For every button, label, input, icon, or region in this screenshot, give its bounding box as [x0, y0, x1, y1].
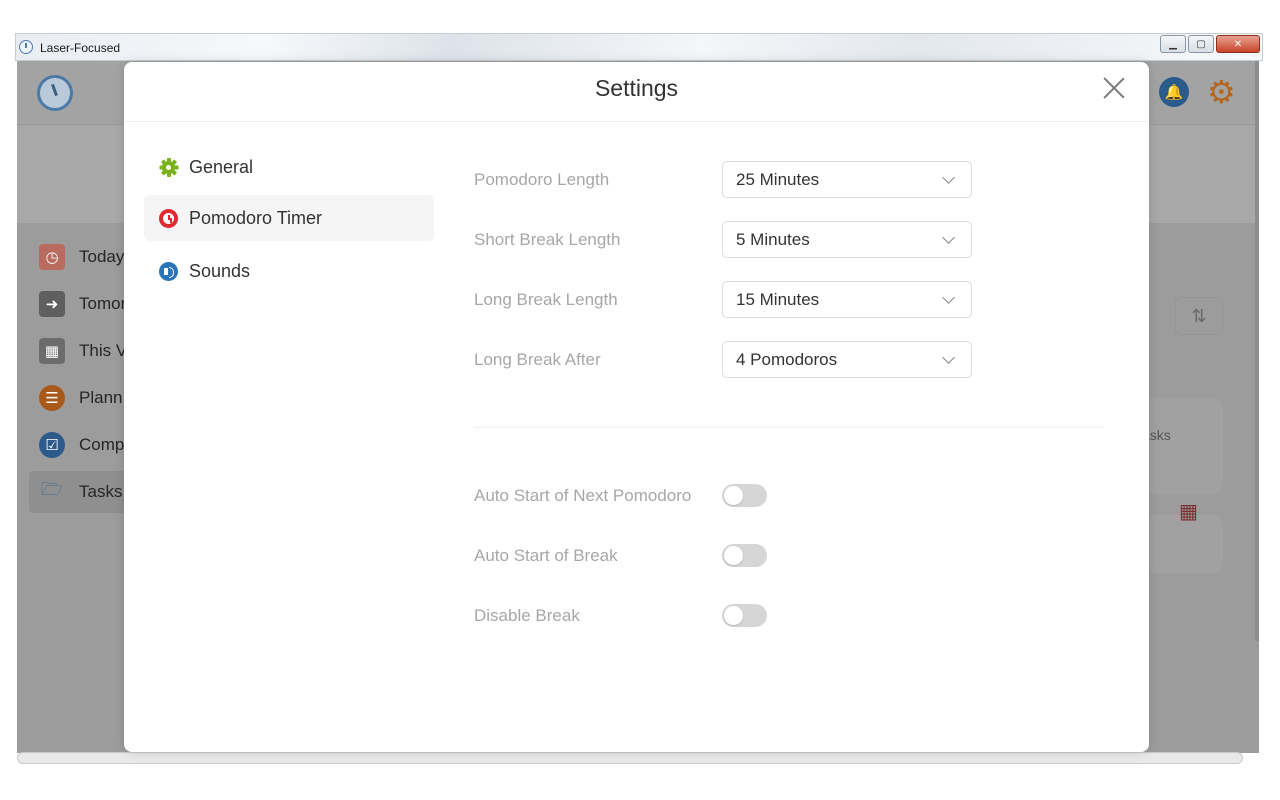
- pomodoro-length-label: Pomodoro Length: [474, 170, 610, 189]
- long-break-after-select[interactable]: 4 Pomodoros: [722, 341, 972, 378]
- disable-break-toggle[interactable]: [722, 604, 767, 627]
- window-title: Laser-Focused: [40, 41, 121, 55]
- long-break-length-select[interactable]: 15 Minutes: [722, 281, 972, 318]
- checkbox-icon: ☑: [39, 432, 65, 458]
- tomato-icon: [159, 208, 178, 228]
- calendar-icon[interactable]: ▦: [1179, 499, 1198, 524]
- settings-nav-pomodoro-timer[interactable]: Pomodoro Timer: [144, 195, 434, 241]
- sidebar-item-planned[interactable]: ☰ Plann: [29, 377, 122, 419]
- settings-gear-icon[interactable]: ⚙: [1207, 73, 1236, 111]
- settings-dialog: Settings General Pomodoro Timer Sounds P…: [124, 62, 1149, 752]
- select-value: 5 Minutes: [736, 229, 810, 249]
- long-break-length-label: Long Break Length: [474, 290, 618, 309]
- sidebar-item-today[interactable]: ◷ Today: [29, 236, 124, 278]
- section-divider: [474, 427, 1104, 428]
- sidebar-item-label: Comp: [79, 435, 125, 454]
- short-break-length-select[interactable]: 5 Minutes: [722, 221, 972, 258]
- short-break-length-label: Short Break Length: [474, 230, 621, 249]
- app-clock-icon: [19, 40, 33, 54]
- minimize-button[interactable]: ▁: [1160, 35, 1186, 53]
- settings-nav-label: Sounds: [189, 260, 251, 281]
- window-controls: ▁ ▢ ✕: [1160, 35, 1260, 53]
- clipboard-icon: ☰: [39, 385, 65, 411]
- chevron-down-icon: [942, 230, 955, 244]
- settings-dialog-header: Settings: [124, 62, 1149, 122]
- select-value: 4 Pomodoros: [736, 349, 838, 369]
- horizontal-scrollbar[interactable]: [17, 752, 1243, 764]
- select-value: 15 Minutes: [736, 289, 820, 309]
- toggle-knob: [724, 606, 743, 625]
- settings-nav-label: General: [189, 156, 254, 177]
- bell-icon[interactable]: 🔔: [1159, 77, 1189, 107]
- sidebar-item-tomorrow[interactable]: ➜ Tomor: [29, 283, 126, 325]
- auto-start-next-pomodoro-label: Auto Start of Next Pomodoro: [474, 486, 692, 505]
- auto-start-break-label: Auto Start of Break: [474, 546, 618, 565]
- auto-start-break-toggle[interactable]: [722, 544, 767, 567]
- sidebar-item-completed[interactable]: ☑ Comp: [29, 424, 124, 466]
- calendar-week-icon: ▦: [39, 338, 65, 364]
- sidebar-item-tasks[interactable]: 🗁 Tasks: [29, 471, 129, 513]
- toggle-knob: [724, 486, 743, 505]
- disable-break-label: Disable Break: [474, 606, 580, 625]
- chevron-down-icon: [942, 290, 955, 304]
- sidebar-item-label: Tomor: [79, 294, 127, 313]
- settings-title: Settings: [594, 75, 679, 101]
- calendar-clock-icon: ◷: [39, 244, 65, 270]
- auto-start-next-pomodoro-toggle[interactable]: [722, 484, 767, 507]
- vertical-scrollbar[interactable]: [1255, 61, 1259, 641]
- chevron-down-icon: [942, 350, 955, 364]
- sidebar-item-label: Today: [79, 247, 125, 266]
- close-icon[interactable]: [1102, 76, 1126, 100]
- sidebar-item-label: Tasks: [79, 482, 123, 501]
- long-break-after-label: Long Break After: [474, 350, 601, 369]
- settings-nav-label: Pomodoro Timer: [189, 207, 323, 228]
- folder-icon: 🗁: [40, 479, 64, 499]
- sidebar-item-this-week[interactable]: ▦ This V: [29, 330, 127, 372]
- pomodoro-length-select[interactable]: 25 Minutes: [722, 161, 972, 198]
- settings-nav-sounds[interactable]: Sounds: [144, 248, 434, 294]
- maximize-button[interactable]: ▢: [1188, 35, 1214, 53]
- window-titlebar[interactable]: Laser-Focused ▁ ▢ ✕: [15, 33, 1263, 61]
- chevron-down-icon: [942, 170, 955, 184]
- calendar-arrow-icon: ➜: [39, 291, 65, 317]
- toggle-knob: [724, 546, 743, 565]
- app-logo-icon: [37, 75, 73, 111]
- close-window-button[interactable]: ✕: [1216, 35, 1260, 53]
- gear-icon: [159, 157, 178, 177]
- sound-icon: [159, 261, 178, 281]
- select-value: 25 Minutes: [736, 169, 820, 189]
- sort-button[interactable]: ⇅: [1175, 297, 1223, 335]
- sidebar-item-label: This V: [79, 341, 128, 360]
- sidebar-item-label: Plann: [79, 388, 123, 407]
- settings-nav-general[interactable]: General: [144, 144, 434, 190]
